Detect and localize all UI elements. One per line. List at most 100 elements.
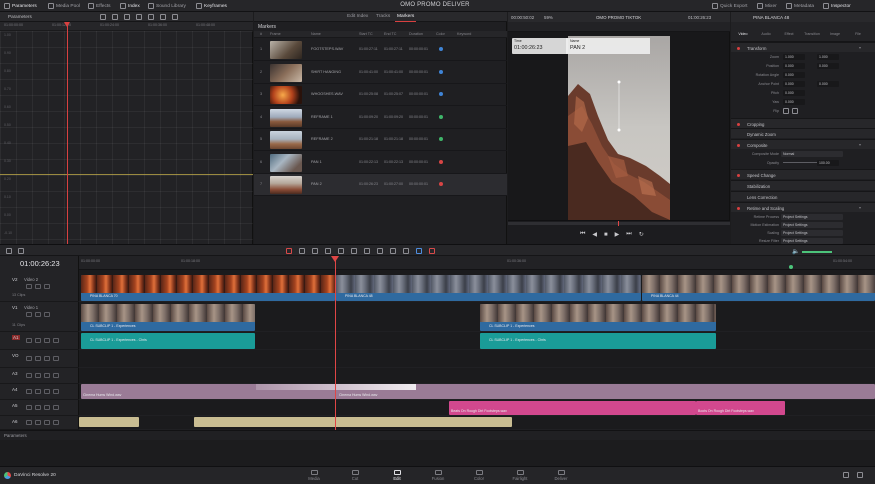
track-header-a5[interactable]: A5 <box>0 400 79 416</box>
section-transform[interactable]: Transform ▾ <box>731 42 875 52</box>
trim-tool-icon[interactable] <box>299 248 305 254</box>
auto-select-icon[interactable] <box>35 373 41 378</box>
marker-row[interactable]: 7 PAN 2 01:00:26:23 01:00:27:00 00:00:00:01 <box>254 174 507 196</box>
track-header-a3[interactable]: A3 <box>0 368 79 384</box>
selection-tool-icon[interactable] <box>286 248 292 254</box>
pointer-icon[interactable] <box>100 14 106 20</box>
mute-icon[interactable] <box>53 373 59 378</box>
tab-edit-index[interactable]: Edit Index <box>347 14 368 19</box>
quick-export-button[interactable]: Quick Export <box>712 2 747 10</box>
curve-ease-out-icon[interactable] <box>148 14 154 20</box>
section-composite[interactable]: Composite ▾ <box>731 139 875 149</box>
dynamic-trim-icon[interactable] <box>312 248 318 254</box>
marker-row[interactable]: 5 REFRAME 2 01:00:21:18 01:00:21:18 00:00:00… <box>254 129 507 151</box>
mute-icon[interactable] <box>53 405 59 410</box>
track-header-a6[interactable]: A6 <box>0 416 79 430</box>
tab-audio[interactable]: Audio <box>756 32 776 36</box>
page-edit[interactable]: Edit <box>381 467 413 481</box>
index-button[interactable]: Index <box>120 2 140 10</box>
viewer-scrub-bar[interactable] <box>508 222 730 225</box>
curve-playhead[interactable] <box>64 22 70 244</box>
clip-subclip-experiences-1[interactable]: CL SUBCLIP 1 - Experiences <box>81 304 255 331</box>
tab-markers[interactable]: Markers <box>394 14 417 22</box>
stop-icon[interactable]: ■ <box>604 232 608 238</box>
flip-horizontal-icon[interactable] <box>783 108 789 114</box>
flag-icon[interactable] <box>416 248 422 254</box>
solo-icon[interactable] <box>44 405 50 410</box>
auto-select-icon[interactable] <box>35 356 41 361</box>
section-retime-scaling[interactable]: Retime and Scaling ▾ <box>731 202 875 212</box>
replace-clip-icon[interactable] <box>364 248 370 254</box>
curve-grid[interactable]: 1.00 0.90 0.80 0.70 0.60 0.50 0.40 0.30 … <box>0 31 253 244</box>
composite-mode-select[interactable]: Normal <box>781 150 843 157</box>
clip-pina-blanca-70[interactable]: PINA BLANCA 70 <box>81 275 335 301</box>
track-header-vo[interactable]: VO <box>0 350 79 368</box>
page-fairlight[interactable]: Fairlight <box>504 470 536 481</box>
mute-icon[interactable] <box>53 420 59 425</box>
volume-slider[interactable] <box>802 251 832 253</box>
clip-ambience-1[interactable] <box>79 417 139 427</box>
solo-icon[interactable] <box>44 373 50 378</box>
solo-icon[interactable] <box>44 420 50 425</box>
mute-icon[interactable] <box>53 338 59 343</box>
solo-icon[interactable] <box>44 389 50 394</box>
video-monitor-icon[interactable] <box>44 312 50 317</box>
tab-transition[interactable]: Transition <box>802 32 822 36</box>
inspector-button[interactable]: Inspector <box>823 2 851 10</box>
tab-image[interactable]: Image <box>825 32 845 36</box>
position-lock-icon[interactable] <box>403 248 409 254</box>
track-header-a1[interactable]: A1 <box>0 332 79 350</box>
timeline-options-icon[interactable] <box>18 248 24 254</box>
solo-icon[interactable] <box>44 356 50 361</box>
settings-gear-icon[interactable] <box>857 472 863 478</box>
curve-bezier-icon[interactable] <box>124 14 130 20</box>
section-speed-change[interactable]: Speed Change <box>731 169 875 179</box>
page-media[interactable]: Media <box>298 470 330 481</box>
sound-library-button[interactable]: Sound Library <box>148 2 186 10</box>
speaker-icon[interactable]: 🔈 <box>792 248 799 255</box>
curve-zoom-icon[interactable] <box>160 14 166 20</box>
loop-icon[interactable]: ↻ <box>639 231 644 238</box>
curve-linear-icon[interactable] <box>112 14 118 20</box>
keyframes-button[interactable]: Keyframes <box>196 2 227 10</box>
auto-select-icon[interactable] <box>35 389 41 394</box>
viewer-frame[interactable] <box>568 36 670 220</box>
viewer-scrub-head[interactable] <box>618 221 619 226</box>
auto-select-icon[interactable] <box>35 312 41 317</box>
lock-track-icon[interactable] <box>26 373 32 378</box>
lock-track-icon[interactable] <box>26 284 32 289</box>
marker-row[interactable]: 6 PAN 1 01:00:22:13 01:00:22:13 00:00:00:01 <box>254 152 507 174</box>
section-dynamic-zoom[interactable]: Dynamic Zoom <box>731 128 875 138</box>
mute-icon[interactable] <box>53 356 59 361</box>
clip-subclip-experiences-2[interactable]: CL SUBCLIP 1 - Experiences <box>480 304 716 331</box>
section-stabilization[interactable]: Stabilization <box>731 180 875 190</box>
timeline-marker-green[interactable] <box>789 265 793 269</box>
effects-button[interactable]: Effects <box>88 2 111 10</box>
timeline-ruler[interactable]: 01:00:00:00 01:00:18:00 01:00:36:00 01:0… <box>79 256 875 270</box>
clip-ambience-2[interactable] <box>194 417 512 427</box>
clip-audio-experiences-chris-2[interactable]: CL SUBCLIP 1 - Experiences - Chris <box>480 333 716 349</box>
curve-fit-icon[interactable] <box>172 14 178 20</box>
lock-track-icon[interactable] <box>26 356 32 361</box>
jump-start-icon[interactable]: ⏮ <box>580 231 585 238</box>
track-header-v2[interactable]: V2 Video 2 13 Clips <box>0 274 79 302</box>
auto-select-icon[interactable] <box>35 420 41 425</box>
marker-row[interactable]: 2 SHIRT HANGING 01:00:41:00 01:00:41:00 00:0… <box>254 62 507 84</box>
clip-audio-experiences-chris-1[interactable]: CL SUBCLIP 1 - Experiences - Chris <box>81 333 255 349</box>
page-color[interactable]: Color <box>463 470 495 481</box>
home-icon[interactable] <box>843 472 849 478</box>
page-deliver[interactable]: Deliver <box>545 470 577 481</box>
auto-select-icon[interactable] <box>35 284 41 289</box>
clip-pina-blanca-44[interactable]: PINA BLANCA 44 <box>642 275 875 301</box>
media-pool-button[interactable]: Media Pool <box>48 2 80 10</box>
viewer-timeline-name[interactable]: OMO PROMO TIKTOK <box>596 15 641 20</box>
opacity-slider[interactable] <box>783 162 819 163</box>
curve-time-ruler[interactable]: 01:00:00:00 01:00:12:00 01:00:24:00 01:0… <box>0 22 253 31</box>
snapping-icon[interactable] <box>377 248 383 254</box>
lock-track-icon[interactable] <box>26 389 32 394</box>
lock-track-icon[interactable] <box>26 338 32 343</box>
timeline-view-icon[interactable] <box>6 248 12 254</box>
auto-select-icon[interactable] <box>35 405 41 410</box>
timeline-timecode[interactable]: 01:00:26:23 <box>20 259 60 268</box>
tab-tracks[interactable]: Tracks <box>376 14 390 19</box>
